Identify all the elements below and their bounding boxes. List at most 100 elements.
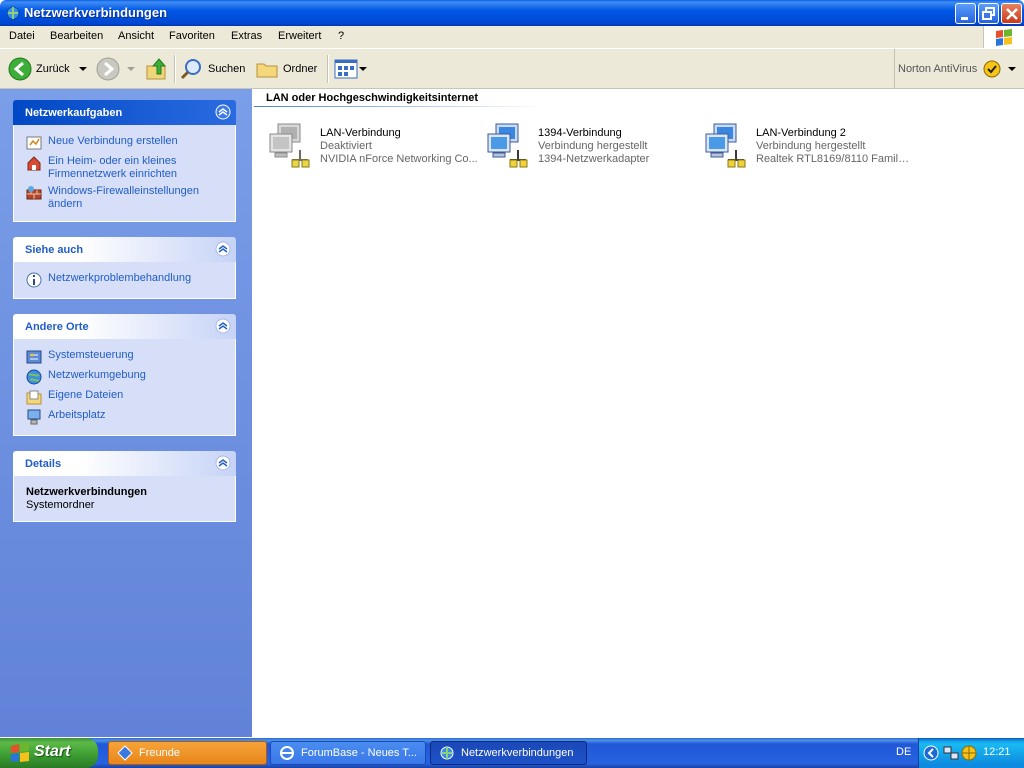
panel-details: Details Netzwerkverbindungen Systemordne… <box>13 451 236 522</box>
taskbar-item-freunde[interactable]: Freunde <box>108 741 267 765</box>
link-network-places[interactable]: Netzwerkumgebung <box>26 369 146 385</box>
network-tray-icon[interactable] <box>943 745 959 761</box>
group-header: LAN oder Hochgeschwindigkeitsinternet <box>266 92 479 104</box>
menu-tools[interactable]: Extras <box>231 30 262 42</box>
restore-button[interactable] <box>978 3 999 24</box>
menu-file[interactable]: Datei <box>9 30 35 42</box>
internet-explorer-icon <box>280 746 294 760</box>
collapse-chevron-icon[interactable] <box>215 241 231 257</box>
panel-header[interactable]: Andere Orte <box>13 314 236 339</box>
up-folder-icon <box>146 58 167 80</box>
connection-item[interactable]: LAN-Verbindung Deaktiviert NVIDIA nForce… <box>266 122 481 170</box>
messenger-icon <box>117 745 133 761</box>
forward-arrow-icon <box>96 57 120 81</box>
language-indicator[interactable]: DE <box>896 746 911 758</box>
menu-help[interactable]: ? <box>338 30 344 42</box>
panel-body: Netzwerkproblembehandlung <box>13 262 236 299</box>
norton-shield-icon <box>983 60 1001 78</box>
dropdown-arrow-icon <box>1008 67 1016 71</box>
globe-tray-icon[interactable] <box>961 745 977 761</box>
panel-header[interactable]: Netzwerkaufgaben <box>13 100 236 125</box>
lan-connection-disabled-icon <box>269 123 310 168</box>
title-bar[interactable]: Netzwerkverbindungen <box>0 0 1024 26</box>
details-type: Systemordner <box>26 499 95 511</box>
up-folder-button[interactable] <box>145 57 169 81</box>
control-panel-icon <box>26 350 42 364</box>
my-computer-icon <box>27 409 41 425</box>
network-connection-icon <box>487 123 528 168</box>
search-button[interactable]: Suchen <box>180 57 245 81</box>
link-my-documents[interactable]: Eigene Dateien <box>26 389 123 405</box>
menu-edit[interactable]: Bearbeiten <box>50 30 103 42</box>
new-connection-icon <box>26 136 42 150</box>
search-icon <box>180 59 201 80</box>
connection-name: 1394-Verbindung <box>538 127 622 139</box>
show-hidden-icons-chevron-icon[interactable] <box>923 745 939 761</box>
norton-antivirus-toolbar[interactable]: Norton AntiVirus <box>894 49 1024 88</box>
firewall-icon <box>26 186 42 200</box>
panel-see-also: Siehe auch Netzwerkproblembehandlung <box>13 237 236 299</box>
taskbar-item-forumbase[interactable]: ForumBase - Neues T... <box>270 741 426 765</box>
network-places-icon <box>26 369 42 385</box>
panel-body: Netzwerkverbindungen Systemordner <box>13 476 236 522</box>
menu-bar: Datei Bearbeiten Ansicht Favoriten Extra… <box>0 26 1024 49</box>
collapse-chevron-icon[interactable] <box>215 318 231 334</box>
windows-flag-icon <box>11 742 29 762</box>
windows-flag-icon <box>996 29 1012 46</box>
panel-network-tasks: Netzwerkaufgaben Neue Verbindung erstell… <box>13 100 236 222</box>
connection-item[interactable]: 1394-Verbindung Verbindung hergestellt 1… <box>484 122 699 170</box>
close-icon <box>1006 8 1018 20</box>
views-icon <box>334 59 358 79</box>
collapse-chevron-icon[interactable] <box>215 455 231 471</box>
network-connections-icon <box>440 746 454 760</box>
link-control-panel[interactable]: Systemsteuerung <box>26 349 134 365</box>
dropdown-arrow-icon <box>359 67 367 71</box>
dropdown-arrow-icon[interactable] <box>76 64 90 74</box>
panel-header[interactable]: Details <box>13 451 236 476</box>
taskbar: Start Freunde ForumBase - Neues T... Net… <box>0 738 1024 768</box>
close-button[interactable] <box>1001 3 1022 24</box>
connection-status: Verbindung hergestellt <box>756 140 866 152</box>
task-new-connection[interactable]: Neue Verbindung erstellen <box>26 135 178 151</box>
minimize-button[interactable] <box>955 3 976 24</box>
collapse-chevron-icon[interactable] <box>215 104 231 120</box>
info-icon <box>26 272 42 288</box>
group-divider <box>254 106 544 107</box>
views-button[interactable] <box>334 57 368 81</box>
minimize-icon <box>961 17 968 20</box>
panel-body: Systemsteuerung Netzwerkumgebung Eigene … <box>13 339 236 436</box>
connection-device: 1394-Netzwerkadapter <box>538 153 650 165</box>
menu-advanced[interactable]: Erweitert <box>278 30 321 42</box>
panel-header[interactable]: Siehe auch <box>13 237 236 262</box>
details-name: Netzwerkverbindungen <box>26 486 148 498</box>
menu-view[interactable]: Ansicht <box>118 30 154 42</box>
connection-status: Verbindung hergestellt <box>538 140 648 152</box>
task-pane: Netzwerkaufgaben Neue Verbindung erstell… <box>0 89 252 737</box>
home-network-icon <box>27 156 41 171</box>
connection-name: LAN-Verbindung 2 <box>756 127 846 139</box>
taskbar-item-netzwerkverbindungen[interactable]: Netzwerkverbindungen <box>430 741 587 765</box>
connection-status: Deaktiviert <box>320 140 372 152</box>
connection-device: NVIDIA nForce Networking Co... <box>320 153 478 165</box>
network-connections-icon <box>6 6 20 20</box>
menu-favorites[interactable]: Favoriten <box>169 30 215 42</box>
back-arrow-icon <box>8 57 32 81</box>
folders-button[interactable]: Ordner <box>255 57 317 81</box>
panel-other-places: Andere Orte Systemsteuerung Netzwerkumge… <box>13 314 236 436</box>
windows-logo <box>983 26 1024 48</box>
back-button[interactable]: Zurück <box>8 57 90 81</box>
connection-item[interactable]: LAN-Verbindung 2 Verbindung hergestellt … <box>702 122 917 170</box>
task-home-network[interactable]: Ein Heim- oder ein kleines Firmennetzwerk… <box>26 155 177 181</box>
network-connection-icon <box>705 123 746 168</box>
dropdown-arrow-icon[interactable] <box>124 64 138 74</box>
clock[interactable]: 12:21 <box>983 746 1011 758</box>
panel-body: Neue Verbindung erstellen Ein Heim- oder… <box>13 125 236 222</box>
forward-button[interactable] <box>96 57 138 81</box>
start-button[interactable]: Start <box>0 738 98 768</box>
link-network-troubleshooter[interactable]: Netzwerkproblembehandlung <box>26 272 191 288</box>
system-tray: 12:21 <box>918 738 1024 768</box>
link-my-computer[interactable]: Arbeitsplatz <box>26 409 105 425</box>
folder-icon <box>256 63 278 78</box>
task-firewall-settings[interactable]: Windows-Firewalleinstellungen ändern <box>26 185 199 211</box>
connection-device: Realtek RTL8169/8110 Family ... <box>756 153 914 165</box>
